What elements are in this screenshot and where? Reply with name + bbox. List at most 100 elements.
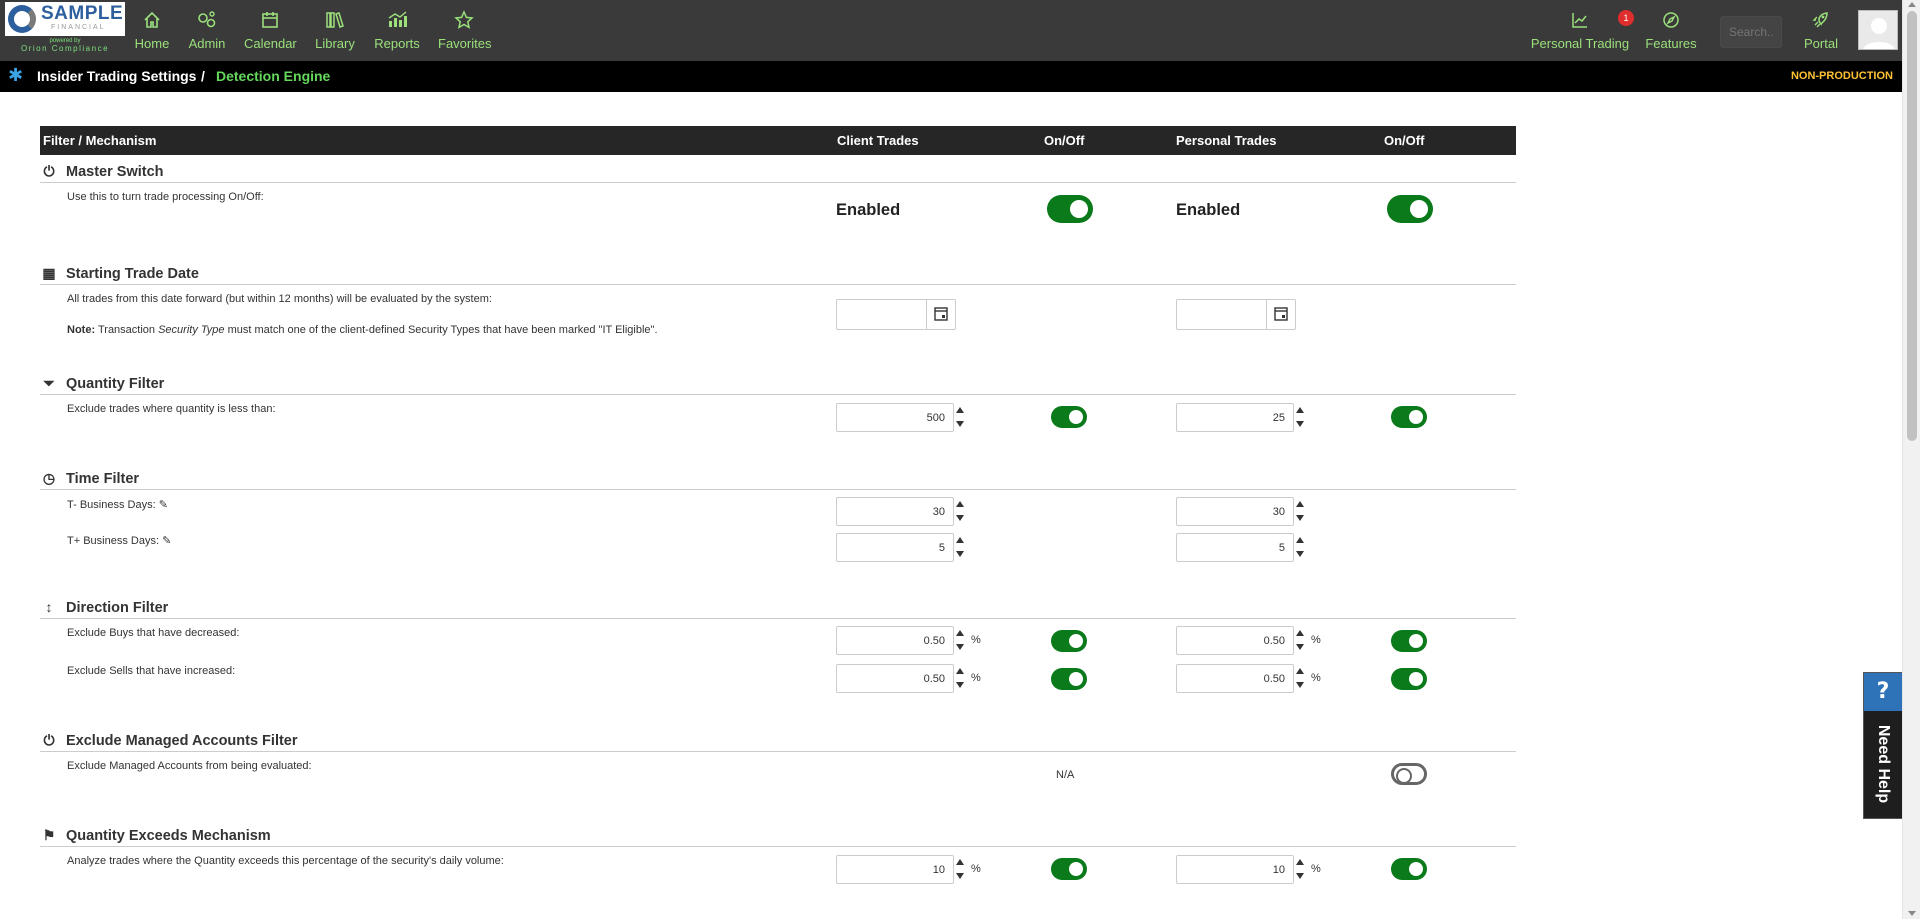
personal-t-plus-input[interactable]: 5 (1176, 533, 1294, 562)
nav-home-label: Home (134, 36, 170, 51)
logo-box: SAMPLE FINANCIAL (5, 2, 125, 36)
personal-qty-exceeds-spinner[interactable] (1293, 855, 1307, 884)
scrollbar[interactable] (1902, 0, 1920, 919)
quantity-desc: Exclude trades where quantity is less th… (67, 403, 276, 415)
section-title: Starting Trade Date (66, 266, 199, 282)
client-t-plus-spinner[interactable] (953, 533, 967, 562)
avatar[interactable] (1858, 10, 1898, 50)
scroll-down-arrow-icon[interactable] (1908, 911, 1916, 916)
nav-portal[interactable]: Portal (1802, 8, 1840, 52)
client-quantity-spinner[interactable] (953, 403, 967, 432)
nav-library[interactable]: Library (314, 8, 356, 52)
client-sells-spinner[interactable] (953, 664, 967, 693)
personal-managed-toggle[interactable] (1391, 763, 1427, 785)
nav-personal-trading[interactable]: 1 Personal Trading (1530, 8, 1634, 52)
personal-start-date-input[interactable] (1176, 299, 1268, 330)
client-qty-exceeds-toggle[interactable] (1051, 858, 1087, 880)
books-icon (326, 12, 344, 28)
chart-icon (388, 11, 407, 27)
notification-badge: 1 (1618, 10, 1634, 26)
nav-reports[interactable]: Reports (374, 8, 420, 52)
header-personal-onoff: On/Off (1384, 133, 1425, 148)
client-sells-input[interactable]: 0.50 (836, 664, 954, 693)
calendar-icon (934, 307, 948, 321)
section-time-filter: ◷ Time Filter (42, 470, 139, 490)
nav-calendar[interactable]: Calendar (244, 8, 297, 52)
sells-desc: Exclude Sells that have increased: (67, 665, 236, 677)
power-icon: ⏻ (43, 732, 55, 748)
client-buys-toggle[interactable] (1051, 630, 1087, 652)
user-silhouette-icon (1863, 18, 1895, 49)
calendar-icon (262, 12, 278, 28)
clock-icon: ◷ (42, 470, 56, 486)
personal-sells-spinner[interactable] (1293, 664, 1307, 693)
start-date-note: Note: Transaction Security Type must mat… (67, 324, 658, 336)
client-t-plus-input[interactable]: 5 (836, 533, 954, 562)
personal-t-minus-spinner[interactable] (1293, 497, 1307, 526)
qty-exceeds-desc: Analyze trades where the Quantity exceed… (67, 855, 504, 867)
client-qty-exceeds-input[interactable]: 10 (836, 855, 954, 884)
personal-t-plus-spinner[interactable] (1293, 533, 1307, 562)
scroll-up-arrow-icon[interactable] (1908, 2, 1916, 7)
personal-qty-exceeds-toggle[interactable] (1391, 858, 1427, 880)
scrollbar-thumb[interactable] (1907, 11, 1917, 441)
power-icon: ⏻ (43, 163, 55, 179)
personal-buys-toggle[interactable] (1391, 630, 1427, 652)
personal-quantity-spinner[interactable] (1293, 403, 1307, 432)
nav-favorites-label: Favorites (438, 36, 492, 51)
personal-sells-input[interactable]: 0.50 (1176, 664, 1294, 693)
nav-portal-label: Portal (1804, 36, 1838, 51)
nav-favorites[interactable]: Favorites (438, 8, 492, 52)
nav-home[interactable]: Home (134, 8, 170, 52)
nav-features[interactable]: Features (1645, 8, 1697, 52)
question-icon: ? (1864, 673, 1902, 711)
client-buys-spinner[interactable] (953, 626, 967, 655)
personal-qty-exceeds-unit: % (1311, 863, 1321, 875)
need-help-label-wrap: Need Help (1868, 721, 1898, 811)
client-buys-input[interactable]: 0.50 (836, 626, 954, 655)
nav-calendar-label: Calendar (244, 36, 297, 51)
table-header: Filter / Mechanism Client Trades On/Off … (40, 126, 1516, 155)
client-qty-exceeds-unit: % (971, 863, 981, 875)
section-divider (40, 394, 1516, 395)
personal-qty-exceeds-input[interactable]: 10 (1176, 855, 1294, 884)
personal-quantity-input[interactable]: 25 (1176, 403, 1294, 432)
personal-t-minus-input[interactable]: 30 (1176, 497, 1294, 526)
note-pre: Transaction (95, 324, 159, 336)
header-client-trades: Client Trades (837, 133, 919, 148)
need-help-tab[interactable]: ? Need Help (1863, 672, 1903, 819)
personal-quantity-toggle[interactable] (1391, 406, 1427, 428)
personal-date-picker-button[interactable] (1266, 299, 1296, 330)
up-down-arrow-icon: ↕ (45, 599, 53, 615)
breadcrumb-parent[interactable]: Insider Trading Settings (37, 68, 196, 84)
client-managed-na: N/A (1056, 769, 1075, 781)
note-label: Note: (67, 324, 96, 336)
client-start-date-input[interactable] (836, 299, 928, 330)
client-master-toggle[interactable] (1047, 195, 1093, 223)
breadcrumb: ✱ Insider Trading Settings / Detection E… (0, 61, 1902, 92)
personal-master-toggle[interactable] (1387, 195, 1433, 223)
logo-company: Orion Compliance (20, 44, 110, 53)
client-quantity-input[interactable]: 500 (836, 403, 954, 432)
personal-sells-toggle[interactable] (1391, 668, 1427, 690)
t-minus-text: T- Business Days: (67, 499, 156, 511)
personal-buys-spinner[interactable] (1293, 626, 1307, 655)
section-title: Master Switch (66, 164, 164, 180)
client-t-minus-input[interactable]: 30 (836, 497, 954, 526)
client-t-minus-spinner[interactable] (953, 497, 967, 526)
client-quantity-toggle[interactable] (1051, 406, 1087, 428)
client-date-picker-button[interactable] (926, 299, 956, 330)
pencil-icon[interactable]: ✎ (159, 499, 168, 511)
section-title: Exclude Managed Accounts Filter (66, 733, 298, 749)
client-qty-exceeds-spinner[interactable] (953, 855, 967, 884)
calendar-icon: ▦ (42, 265, 56, 281)
logo[interactable]: SAMPLE FINANCIAL powered by Orion Compli… (5, 2, 125, 56)
pencil-icon[interactable]: ✎ (162, 535, 171, 547)
personal-buys-input[interactable]: 0.50 (1176, 626, 1294, 655)
search-input[interactable] (1720, 16, 1782, 48)
flag-icon: ⚑ (42, 827, 56, 843)
nav-admin[interactable]: Admin (188, 8, 226, 52)
client-sells-toggle[interactable] (1051, 668, 1087, 690)
star-icon (454, 10, 474, 29)
section-divider (40, 846, 1516, 847)
